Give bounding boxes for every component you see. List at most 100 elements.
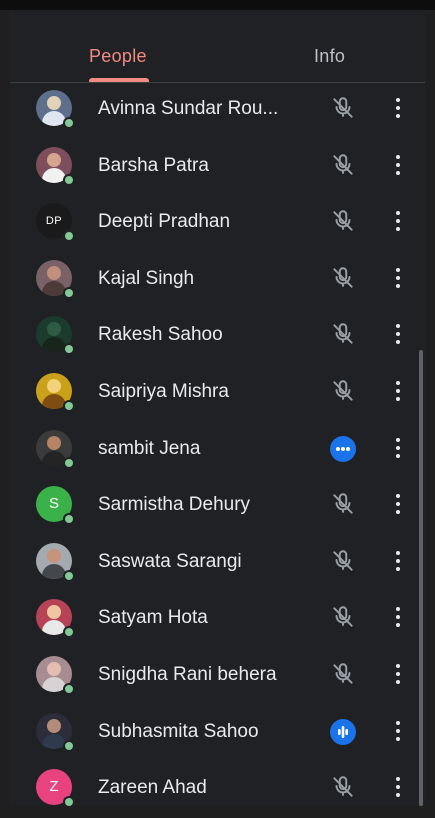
more-options-dot — [396, 607, 400, 611]
presence-indicator — [63, 626, 75, 638]
participant-row[interactable]: Saipriya Mishra — [10, 366, 425, 422]
avatar-photo-head — [47, 662, 61, 676]
more-options-dot — [396, 454, 400, 458]
participant-name: Rakesh Sahoo — [98, 324, 223, 345]
avatar — [36, 373, 75, 412]
participant-name: Snigdha Rani behera — [98, 664, 277, 685]
presence-indicator — [63, 174, 75, 186]
presence-indicator — [63, 570, 75, 582]
avatar-photo-head — [47, 96, 61, 110]
participant-name: Kajal Singh — [98, 268, 195, 289]
more-options-icon[interactable] — [388, 93, 408, 123]
participant-row[interactable]: Snigdha Rani behera — [10, 649, 425, 705]
avatar: DP — [36, 203, 75, 242]
avatar-photo-head — [47, 153, 61, 167]
more-horiz-icon — [330, 436, 356, 462]
more-options-icon[interactable] — [388, 150, 408, 180]
participant-name: Avinna Sundar Rou... — [98, 98, 279, 119]
more-options-icon[interactable] — [388, 716, 408, 746]
tab-people[interactable]: People — [89, 46, 147, 67]
more-options-dot — [396, 155, 400, 159]
participant-row[interactable]: Subhasmita Sahoo — [10, 706, 425, 762]
participant-name: Sarmistha Dehury — [98, 494, 251, 515]
mic-off-icon — [330, 265, 356, 291]
more-options-icon[interactable] — [388, 602, 408, 632]
avatar — [36, 260, 75, 299]
audio-bars-icon — [330, 719, 356, 745]
participant-row[interactable]: Kajal Singh — [10, 253, 425, 309]
participant-name: Saipriya Mishra — [98, 381, 229, 402]
more-options-icon[interactable] — [388, 772, 408, 802]
more-options-dot — [396, 438, 400, 442]
mic-off-icon — [330, 152, 356, 178]
more-options-dot — [396, 721, 400, 725]
participant-row[interactable]: Z Zareen Ahad — [10, 762, 425, 818]
participant-row[interactable]: Barsha Patra — [10, 140, 425, 196]
avatar-photo-head — [47, 266, 61, 280]
participant-name: Barsha Patra — [98, 155, 209, 176]
avatar — [36, 713, 75, 752]
scrollbar[interactable] — [419, 350, 423, 806]
presence-indicator — [63, 740, 75, 752]
presence-indicator — [63, 683, 75, 695]
more-options-dot — [396, 211, 400, 215]
more-options-icon[interactable] — [388, 433, 408, 463]
presence-indicator — [63, 400, 75, 412]
avatar-photo-head — [47, 322, 61, 336]
avatar — [36, 543, 75, 582]
avatar — [36, 147, 75, 186]
mic-off-icon — [330, 604, 356, 630]
more-options-dot — [396, 106, 400, 110]
more-options-dot — [396, 114, 400, 118]
participant-name: sambit Jena — [98, 438, 201, 459]
avatar-photo-head — [47, 379, 61, 393]
more-options-dot — [396, 324, 400, 328]
people-panel: People Info Avinna Sundar Rou... Barsha P… — [10, 10, 425, 808]
top-edge — [0, 0, 435, 10]
participant-row[interactable]: Saswata Sarangi — [10, 536, 425, 592]
more-options-dot — [396, 664, 400, 668]
participant-row[interactable]: sambit Jena — [10, 423, 425, 479]
more-options-dot — [396, 163, 400, 167]
presence-indicator — [63, 117, 75, 129]
participant-row[interactable]: S Sarmistha Dehury — [10, 479, 425, 535]
avatar — [36, 656, 75, 695]
participant-row[interactable]: Avinna Sundar Rou... — [10, 83, 425, 139]
avatar: Z — [36, 769, 75, 808]
more-options-icon[interactable] — [388, 319, 408, 349]
avatar-photo-head — [47, 605, 61, 619]
presence-indicator — [63, 287, 75, 299]
mic-off-icon — [330, 208, 356, 234]
more-options-dot — [396, 381, 400, 385]
avatar — [36, 430, 75, 469]
participant-row[interactable]: Satyam Hota — [10, 592, 425, 648]
more-options-dot — [396, 559, 400, 563]
more-options-icon[interactable] — [388, 659, 408, 689]
more-options-dot — [396, 793, 400, 797]
more-options-dot — [396, 729, 400, 733]
tab-info[interactable]: Info — [314, 46, 345, 67]
more-options-icon[interactable] — [388, 546, 408, 576]
avatar-photo-head — [47, 719, 61, 733]
avatar — [36, 90, 75, 129]
mic-off-icon — [330, 321, 356, 347]
more-options-dot — [396, 284, 400, 288]
tab-bar: People Info — [10, 10, 425, 82]
participant-row[interactable]: Rakesh Sahoo — [10, 309, 425, 365]
more-options-dot — [396, 276, 400, 280]
mic-off-icon — [330, 661, 356, 687]
participants-screen: People Info Avinna Sundar Rou... Barsha P… — [0, 0, 435, 808]
more-options-dot — [396, 397, 400, 401]
presence-indicator — [63, 230, 75, 242]
more-options-dot — [396, 340, 400, 344]
more-options-dot — [396, 777, 400, 781]
avatar-photo-head — [47, 436, 61, 450]
more-options-icon[interactable] — [388, 489, 408, 519]
more-options-dot — [396, 623, 400, 627]
participant-row[interactable]: DP Deepti Pradhan — [10, 196, 425, 252]
mic-off-icon — [330, 95, 356, 121]
more-options-icon[interactable] — [388, 206, 408, 236]
more-options-icon[interactable] — [388, 376, 408, 406]
more-options-icon[interactable] — [388, 263, 408, 293]
more-options-dot — [396, 219, 400, 223]
